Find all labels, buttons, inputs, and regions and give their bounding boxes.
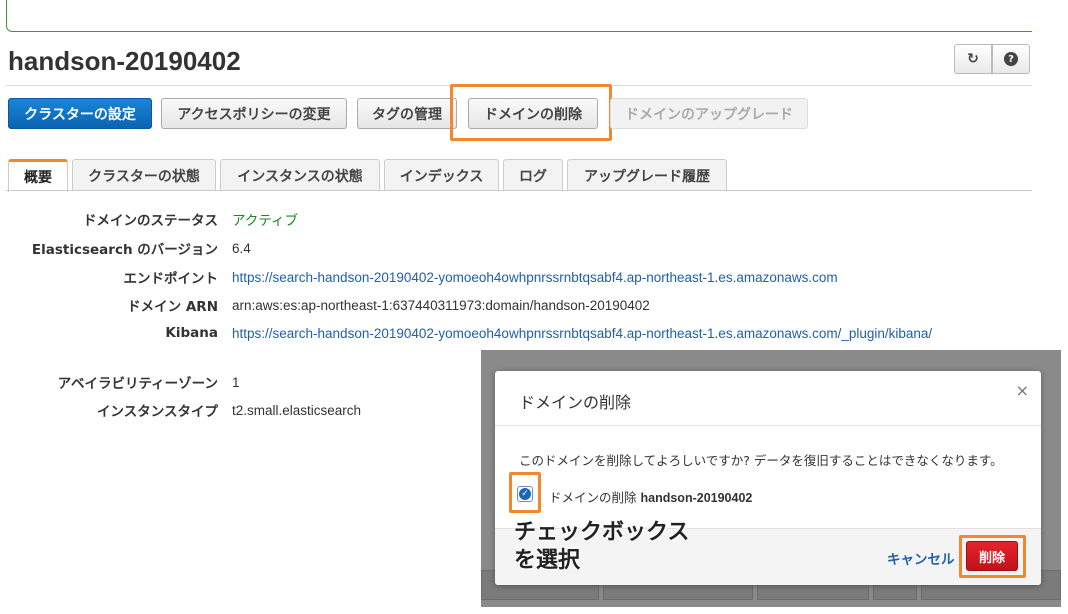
arn-label: ドメイン ARN	[127, 299, 218, 315]
tab-upgrade-history[interactable]: アップグレード履歴	[567, 159, 727, 191]
delete-button-highlight	[959, 535, 1026, 578]
checkbox-highlight	[509, 472, 541, 513]
endpoint-row: エンドポイント https://search-handson-20190402-…	[0, 266, 838, 288]
help-icon: ?	[1004, 52, 1018, 66]
dialog-divider	[495, 425, 1041, 426]
status-banner-edge	[6, 0, 1032, 32]
tab-logs[interactable]: ログ	[503, 159, 563, 191]
version-label: Elasticsearch のバージョン	[31, 242, 218, 258]
az-row: アベイラビリティーゾーン 1	[0, 371, 240, 393]
status-label: ドメインのステータス	[83, 213, 218, 229]
refresh-button[interactable]: ↻	[954, 44, 992, 74]
close-icon[interactable]: ×	[1016, 381, 1029, 400]
help-button[interactable]: ?	[992, 44, 1030, 74]
dialog-message: このドメインを削除してよろしいですか? データを復旧することはできなくなります。	[519, 453, 1003, 468]
tab-cluster-health[interactable]: クラスターの状態	[72, 159, 216, 191]
cluster-settings-button[interactable]: クラスターの設定	[8, 98, 152, 129]
instance-type-row: インスタンスタイプ t2.small.elasticsearch	[0, 399, 361, 421]
version-value: 6.4	[232, 240, 251, 256]
arn-row: ドメイン ARN arn:aws:es:ap-northeast-1:63744…	[0, 294, 650, 316]
status-value: アクティブ	[232, 213, 299, 228]
kibana-label: Kibana	[165, 325, 218, 341]
tab-indices[interactable]: インデックス	[384, 159, 499, 191]
confirm-prefix: ドメインの削除	[549, 490, 637, 505]
dialog-title: ドメインの削除	[519, 393, 632, 412]
instruction-annotation: チェックボックス を選択	[514, 519, 689, 575]
delete-domain-highlight	[450, 84, 612, 141]
instance-type-value: t2.small.elasticsearch	[232, 402, 362, 418]
status-row: ドメインのステータス アクティブ	[0, 208, 298, 230]
refresh-icon: ↻	[967, 51, 979, 67]
manage-tags-button[interactable]: タグの管理	[357, 98, 457, 129]
instance-type-label: インスタンスタイプ	[97, 404, 218, 420]
az-label: アベイラビリティーゾーン	[57, 376, 218, 392]
endpoint-link[interactable]: https://search-handson-20190402-yomoeoh4…	[232, 270, 838, 285]
tab-instance-health[interactable]: インスタンスの状態	[220, 159, 380, 191]
access-policy-button[interactable]: アクセスポリシーの変更	[161, 98, 347, 129]
arn-value: arn:aws:es:ap-northeast-1:637440311973:d…	[232, 297, 650, 313]
az-value: 1	[232, 374, 240, 390]
version-row: Elasticsearch のバージョン 6.4	[0, 237, 251, 259]
endpoint-label: エンドポイント	[123, 271, 219, 287]
page-title: handson-20190402	[8, 46, 241, 76]
annotation-line-2: を選択	[514, 548, 581, 573]
cancel-button[interactable]: キャンセル	[887, 548, 955, 568]
annotation-line-1: チェックボックス	[514, 520, 690, 545]
upgrade-domain-button: ドメインのアップグレード	[610, 98, 808, 129]
kibana-link[interactable]: https://search-handson-20190402-yomoeoh4…	[232, 326, 932, 341]
tab-divider	[6, 190, 1032, 191]
confirm-domain-name: handson-20190402	[640, 491, 753, 505]
confirm-label[interactable]: ドメインの削除 handson-20190402	[549, 487, 752, 506]
tab-overview[interactable]: 概要	[8, 159, 68, 192]
kibana-row: Kibana https://search-handson-20190402-y…	[0, 322, 932, 344]
